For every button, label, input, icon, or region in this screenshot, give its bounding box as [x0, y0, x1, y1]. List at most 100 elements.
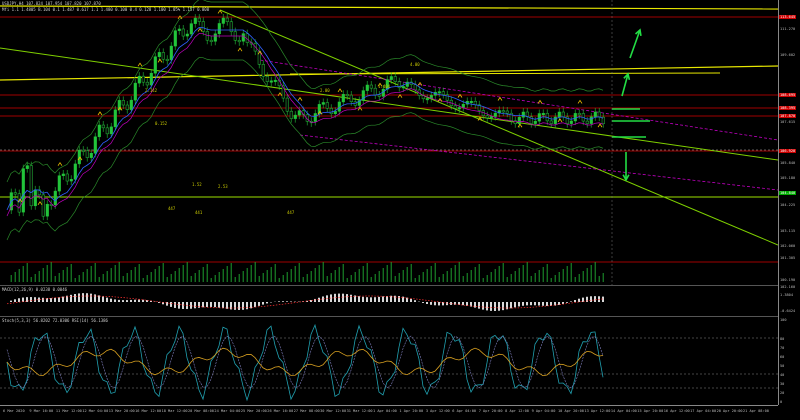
price-axis-label: 107.615	[780, 120, 796, 124]
time-axis-label: 26 Mar 16:00	[267, 409, 294, 413]
time-axis-label: 9 Mar 16:00	[29, 409, 54, 413]
stochastic-canvas[interactable]	[0, 317, 778, 406]
candle	[393, 76, 397, 82]
candle	[213, 33, 217, 42]
candle	[369, 84, 373, 89]
candle	[109, 126, 113, 135]
macd-axis-label: 1.3804	[780, 293, 793, 297]
fractal-arrow-icon	[537, 99, 543, 104]
annotation-label: 447	[168, 206, 176, 211]
price-chart-pane[interactable]: USDJPY,H4 107.824 107.954 107.820 107.87…	[0, 0, 778, 285]
price-axis-label: 106.920	[779, 149, 797, 153]
trend-channel-line	[0, 47, 778, 161]
candle	[237, 40, 241, 43]
fractal-arrow-icon	[557, 118, 563, 123]
candle	[485, 115, 489, 119]
candle	[577, 113, 581, 116]
candle	[365, 84, 369, 91]
candle	[533, 120, 537, 124]
time-axis-label: 24 Mar 04:00	[214, 409, 241, 413]
candle	[33, 189, 37, 207]
candle	[293, 114, 297, 119]
fractal-arrow-icon	[297, 96, 303, 101]
candle	[181, 28, 185, 37]
annotation-label: 2.53	[218, 184, 228, 189]
candle	[153, 56, 157, 74]
candle	[85, 150, 89, 158]
time-axis-label: 7 Apr 20:00	[478, 409, 503, 413]
fractal-arrow-icon	[197, 27, 203, 32]
candle	[469, 100, 473, 103]
candle	[493, 112, 497, 117]
macd-canvas[interactable]	[0, 286, 778, 317]
fractal-arrow-icon	[437, 97, 443, 102]
fractal-arrow-icon	[37, 201, 43, 206]
candle	[373, 87, 377, 96]
price-axis-label: 107.870	[779, 114, 797, 118]
regression-line	[259, 59, 778, 141]
candle	[505, 110, 509, 114]
stochastic-axis-label: 80	[780, 337, 785, 341]
candle	[73, 163, 77, 180]
macd-pane[interactable]: MACD(12,26,9) 0.0238 0.0046	[0, 285, 778, 317]
time-axis-label: 21 Apr 08:00	[743, 409, 769, 413]
candle	[437, 91, 441, 94]
time-axis-label: 13 Apr 12:00	[584, 409, 611, 413]
regression-line	[299, 134, 778, 191]
candle	[561, 111, 565, 118]
candle	[97, 124, 101, 138]
candle	[341, 94, 345, 103]
time-axis-label: 15 Apr 20:00	[637, 409, 664, 413]
candle	[149, 72, 153, 86]
candle	[377, 94, 381, 97]
price-axis-label: 104.225	[780, 203, 796, 207]
candle	[201, 21, 205, 32]
candle	[349, 94, 353, 103]
candle	[17, 193, 21, 213]
price-axis-label: 102.060	[780, 244, 796, 248]
price-axis-label: 105.840	[780, 161, 796, 165]
candle	[45, 203, 49, 217]
candle	[165, 58, 169, 61]
time-axis-label: 25 Mar 20:00	[240, 409, 267, 413]
price-axis-label: 109.602	[780, 53, 796, 57]
trend-channel-line	[219, 9, 778, 246]
candle	[321, 102, 325, 105]
candle	[589, 116, 593, 124]
candle	[569, 120, 573, 124]
candle	[105, 127, 109, 135]
stochastic-axis-label: 70	[780, 346, 785, 350]
candle	[221, 17, 225, 24]
candle	[137, 75, 141, 84]
macd-header: MACD(12,26,9) 0.0238 0.0046	[2, 287, 68, 292]
candle	[269, 80, 273, 83]
candle	[173, 30, 177, 47]
candle	[185, 33, 189, 37]
time-axis-label: 1 Apr 20:00	[399, 409, 424, 413]
candle	[501, 110, 505, 113]
stochastic-pane[interactable]: Stoch(5,3,3) 56.8202 72.0306 RSI(14) 56.…	[0, 316, 778, 406]
time-axis-label: 11 Mar 12:00	[55, 409, 82, 413]
candle	[93, 136, 97, 154]
price-axis[interactable]: 113.645 111.270 109.602 108.695 108.395 107.8…	[778, 0, 800, 405]
time-axis-label: 1 Apr 04:00	[373, 409, 397, 413]
candle	[145, 81, 149, 86]
candle	[329, 108, 333, 115]
candle	[61, 173, 65, 176]
candle	[313, 113, 317, 122]
candle	[41, 194, 45, 217]
candle	[573, 113, 577, 122]
candle	[29, 165, 33, 207]
time-axis[interactable]: 6 Mar 2020 9 Mar 16:00 11 Mar 12:00 12 Mar …	[0, 405, 778, 420]
fractal-arrow-icon	[597, 123, 603, 128]
time-axis-label: 16 Apr 12:00	[663, 409, 690, 413]
candle	[441, 91, 445, 95]
fractal-arrow-icon	[177, 15, 183, 20]
candle	[57, 175, 61, 192]
candle	[101, 124, 105, 129]
price-chart-canvas[interactable]	[0, 0, 778, 285]
macd-signal-line	[6, 295, 604, 309]
candle	[177, 28, 181, 31]
candle	[217, 23, 221, 35]
time-axis-label: 6 Apr 04:00	[452, 409, 477, 413]
